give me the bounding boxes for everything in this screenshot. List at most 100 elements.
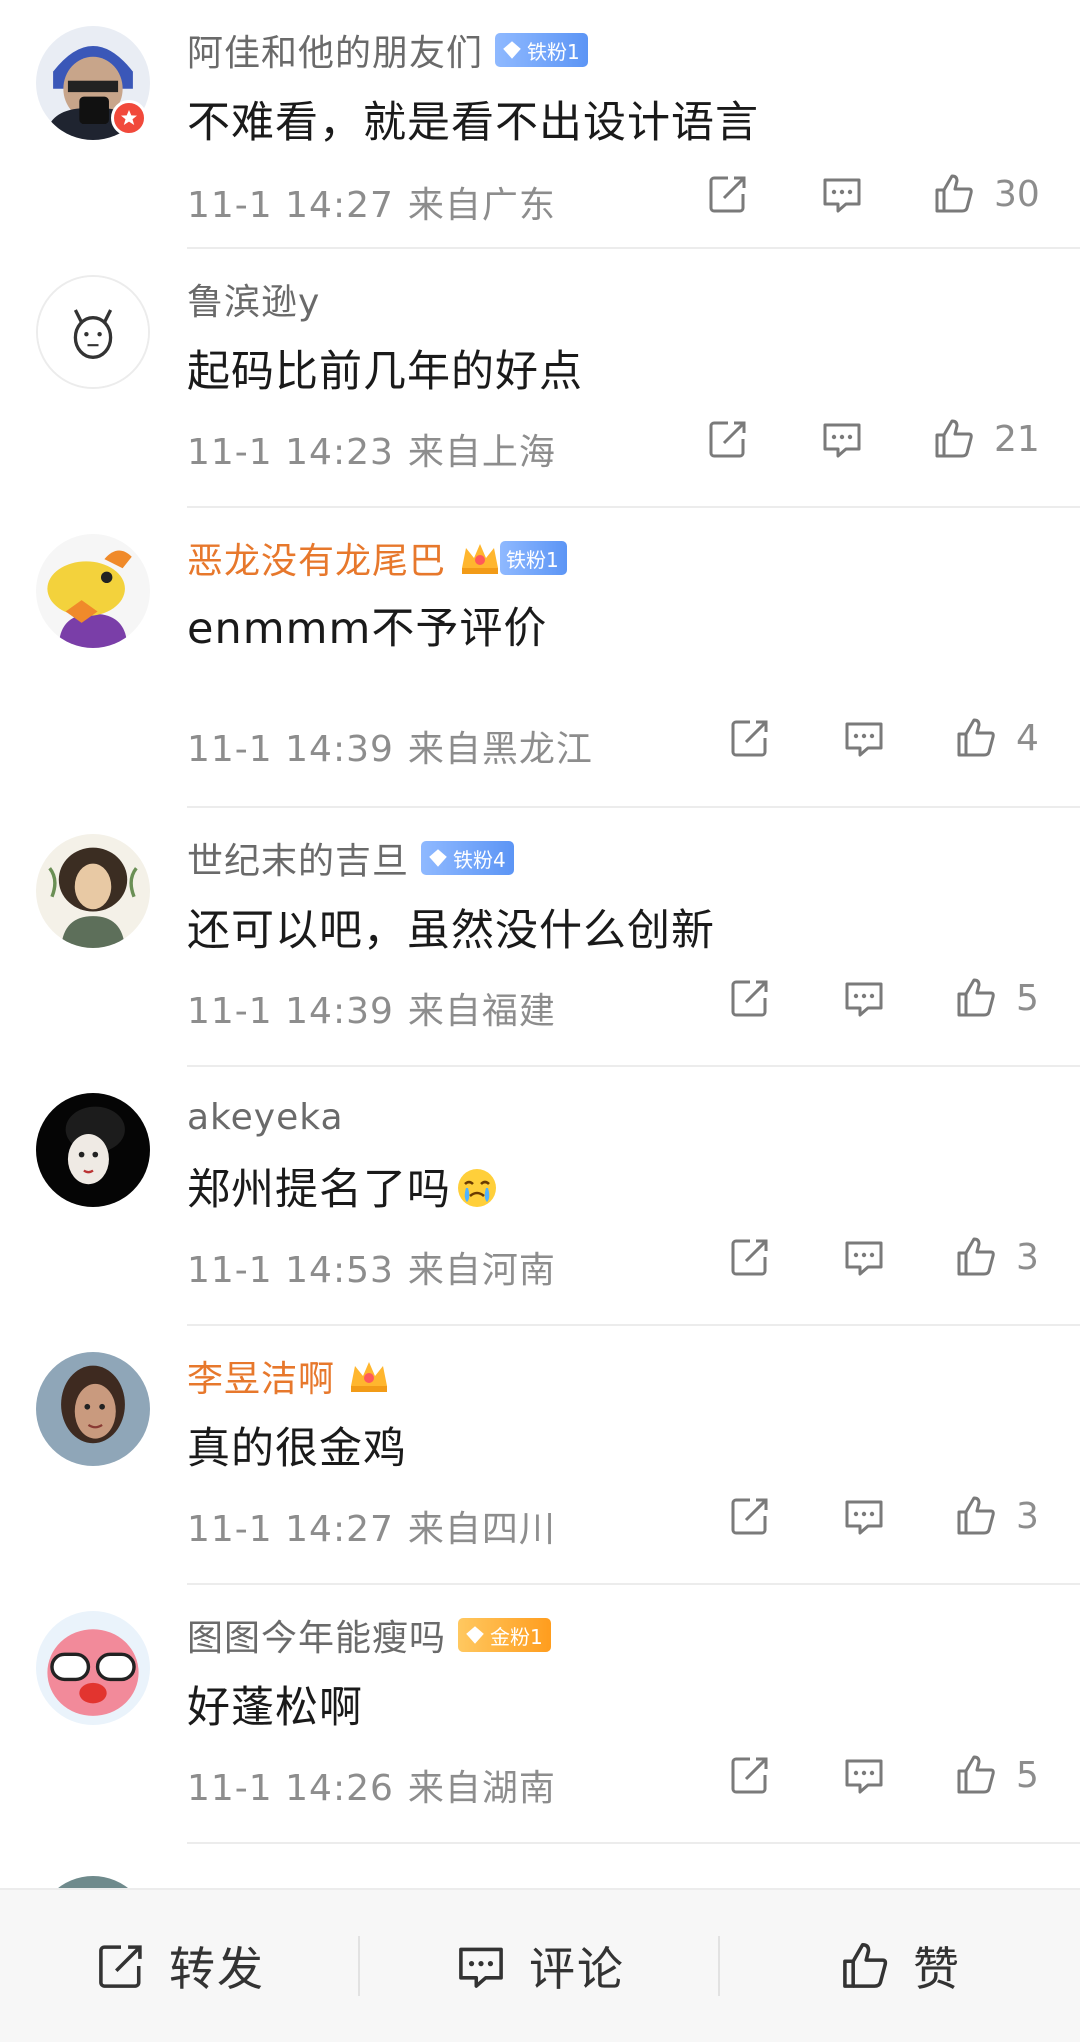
comment-meta: 11-1 14:27 来自广东	[187, 176, 556, 228]
like-icon[interactable]	[954, 976, 998, 1020]
comment-actions: 3	[728, 1235, 1056, 1279]
username[interactable]: 阿佳和他的朋友们	[187, 24, 483, 76]
username[interactable]: 李昱洁啊	[187, 1350, 335, 1402]
diamond-icon	[466, 1626, 484, 1644]
comment-meta: 11-1 14:27 来自四川	[187, 1500, 556, 1552]
like-icon[interactable]	[954, 1753, 998, 1797]
like-count: 5	[1016, 1754, 1039, 1796]
comment-item: 李昱洁啊 真的很金鸡 11-1 14:27 来自四川 3	[0, 1326, 1080, 1585]
name-line: akeyeka	[187, 1091, 344, 1143]
vip-star-icon	[111, 100, 147, 136]
reply-icon[interactable]	[842, 1753, 886, 1797]
avatar[interactable]	[36, 534, 150, 648]
comment-icon	[455, 1940, 507, 1992]
comment-actions: 4	[728, 716, 1056, 760]
comment-actions: 5	[728, 976, 1056, 1020]
crying-emoji-icon	[458, 1169, 496, 1207]
name-line: 恶龙没有龙尾巴 铁粉1	[187, 532, 567, 584]
fan-badge: 铁粉1	[495, 33, 588, 67]
like-icon	[839, 1940, 891, 1992]
comment-location: 来自上海	[407, 432, 556, 473]
repost-icon[interactable]	[728, 1235, 772, 1279]
comment-text: 还可以吧，虽然没什么创新	[187, 906, 715, 956]
comment-date: 11-1 14:23	[187, 432, 394, 473]
crown-icon	[458, 538, 502, 578]
repost-icon	[95, 1940, 147, 1992]
repost-icon[interactable]	[728, 976, 772, 1020]
repost-button[interactable]: 转发	[0, 1890, 360, 2042]
name-line: 鲁滨逊y	[187, 273, 320, 325]
comment-meta: 11-1 14:23 来自上海	[187, 423, 556, 475]
repost-label: 转发	[169, 1942, 265, 1996]
comment-meta: 11-1 14:39 来自福建	[187, 982, 556, 1034]
repost-icon[interactable]	[706, 417, 750, 461]
like-icon[interactable]	[932, 417, 976, 461]
comment-actions: 3	[728, 1494, 1056, 1538]
like-button[interactable]: 赞	[720, 1890, 1080, 2042]
comment-actions: 21	[706, 417, 1040, 461]
like-count: 4	[1016, 717, 1039, 759]
comment-item: 图图今年能瘦吗 金粉1 好蓬松啊 11-1 14:26 来自湖南 5	[0, 1585, 1080, 1844]
diamond-icon	[503, 41, 521, 59]
avatar[interactable]	[36, 275, 150, 389]
comment-location: 来自福建	[407, 991, 556, 1032]
avatar[interactable]	[36, 1352, 150, 1466]
comment-location: 来自黑龙江	[407, 729, 593, 770]
username[interactable]: 恶龙没有龙尾巴	[187, 532, 446, 584]
like-icon[interactable]	[954, 1235, 998, 1279]
like-label: 赞	[913, 1942, 961, 1996]
comment-item: 世纪末的吉旦 铁粉4 还可以吧，虽然没什么创新 11-1 14:39 来自福建 5	[0, 808, 1080, 1067]
comment-meta: 11-1 14:39 来自黑龙江	[187, 720, 593, 772]
comment-date: 11-1 14:26	[187, 1768, 394, 1809]
comment-actions: 5	[728, 1753, 1056, 1797]
comment-meta: 11-1 14:26 来自湖南	[187, 1759, 556, 1811]
reply-icon[interactable]	[820, 172, 864, 216]
comment-date: 11-1 14:27	[187, 1509, 394, 1550]
username[interactable]: 世纪末的吉旦	[187, 832, 409, 884]
fan-badge: 铁粉1	[500, 541, 567, 575]
comment-location: 来自河南	[407, 1250, 556, 1291]
name-line: 世纪末的吉旦 铁粉4	[187, 832, 514, 884]
comment-date: 11-1 14:39	[187, 729, 394, 770]
like-icon[interactable]	[954, 1494, 998, 1538]
comment-label: 评论	[529, 1942, 625, 1996]
name-line: 李昱洁啊	[187, 1350, 391, 1402]
reply-icon[interactable]	[842, 1494, 886, 1538]
like-icon[interactable]	[932, 172, 976, 216]
reply-icon[interactable]	[820, 417, 864, 461]
comment-location: 来自广东	[407, 185, 556, 226]
comment-item: akeyeka 郑州提名了吗 11-1 14:53 来自河南 3	[0, 1067, 1080, 1326]
name-line: 图图今年能瘦吗 金粉1	[187, 1609, 551, 1661]
comment-text: 起码比前几年的好点	[187, 347, 583, 397]
repost-icon[interactable]	[706, 172, 750, 216]
like-count: 30	[994, 173, 1040, 215]
like-count: 5	[1016, 977, 1039, 1019]
avatar[interactable]	[36, 834, 150, 948]
reply-icon[interactable]	[842, 976, 886, 1020]
reply-icon[interactable]	[842, 716, 886, 760]
repost-icon[interactable]	[728, 1494, 772, 1538]
comment-button[interactable]: 评论	[360, 1890, 720, 2042]
comment-actions: 30	[706, 172, 1040, 216]
like-icon[interactable]	[954, 716, 998, 760]
repost-icon[interactable]	[728, 716, 772, 760]
avatar[interactable]	[36, 1093, 150, 1207]
comment-date: 11-1 14:53	[187, 1250, 394, 1291]
username[interactable]: 图图今年能瘦吗	[187, 1609, 446, 1661]
comment-item: 阿佳和他的朋友们 铁粉1 不难看，就是看不出设计语言 11-1 14:27 来自广…	[0, 0, 1080, 249]
repost-icon[interactable]	[728, 1753, 772, 1797]
avatar[interactable]	[36, 1611, 150, 1725]
reply-icon[interactable]	[842, 1235, 886, 1279]
comment-location: 来自湖南	[407, 1768, 556, 1809]
diamond-icon	[429, 849, 447, 867]
comment-item: 鲁滨逊y 起码比前几年的好点 11-1 14:23 来自上海 21	[0, 249, 1080, 508]
username[interactable]: 鲁滨逊y	[187, 273, 320, 325]
comment-text: 好蓬松啊	[187, 1683, 363, 1733]
comment-text: enmmm不予评价	[187, 604, 548, 654]
fan-badge: 金粉1	[458, 1618, 551, 1652]
username[interactable]: akeyeka	[187, 1097, 344, 1138]
name-line: 阿佳和他的朋友们 铁粉1	[187, 24, 588, 76]
comment-text: 不难看，就是看不出设计语言	[187, 98, 759, 148]
bottom-action-bar: 转发 评论 赞	[0, 1888, 1080, 2042]
like-count: 21	[994, 418, 1040, 460]
